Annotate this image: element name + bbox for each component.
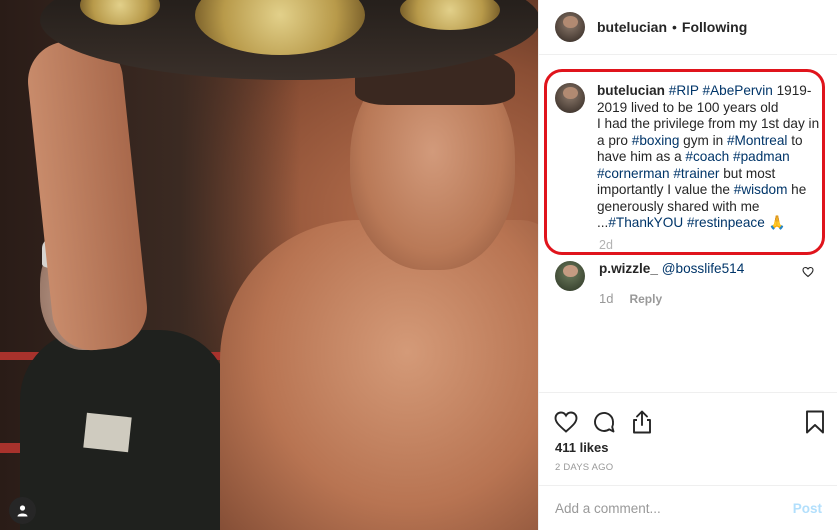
add-comment-bar: Add a comment... Post — [539, 485, 837, 530]
hashtag-link[interactable]: #wisdom — [734, 182, 788, 197]
photo-figure-boxer-torso — [220, 220, 538, 530]
post-caption: butelucian #RIP #AbePervin 1919-2019 liv… — [555, 83, 825, 232]
share-icon[interactable] — [629, 409, 655, 435]
following-button[interactable]: Following — [682, 19, 747, 35]
post-header: butelucian • Following — [539, 0, 837, 55]
comment-bubble-icon[interactable] — [591, 409, 617, 435]
author-avatar[interactable] — [555, 12, 585, 42]
photo-badge — [83, 412, 132, 453]
hashtag-link[interactable]: #ThankYOU — [608, 215, 683, 230]
hashtag-link[interactable]: #Montreal — [727, 133, 787, 148]
post-photo[interactable] — [0, 0, 538, 530]
comment-timestamp[interactable]: 1d — [599, 291, 613, 306]
comment-item: p.wizzle_ @bosslife514 — [555, 260, 825, 291]
post-actions — [553, 408, 828, 436]
hashtag-link[interactable]: #RIP — [669, 83, 699, 98]
commenter-username[interactable]: p.wizzle_ — [599, 261, 658, 276]
caption-text-segment: gym in — [679, 132, 727, 148]
caption-timestamp[interactable]: 2d — [599, 238, 613, 252]
post-date[interactable]: 2 DAYS AGO — [555, 462, 613, 473]
hashtag-link[interactable]: #coach — [685, 149, 729, 164]
bookmark-icon[interactable] — [802, 409, 828, 435]
hashtag-link[interactable]: #boxing — [632, 133, 680, 148]
hashtag-link[interactable]: #restinpeace — [687, 215, 765, 230]
user-tag-icon[interactable] — [9, 497, 36, 524]
comment-mention[interactable]: @bosslife514 — [662, 261, 745, 276]
comment-meta: 1d Reply — [599, 291, 662, 306]
heart-icon[interactable] — [553, 409, 579, 435]
caption-author-avatar[interactable] — [555, 83, 585, 113]
post-comment-button[interactable]: Post — [793, 501, 822, 516]
author-username[interactable]: butelucian — [597, 19, 667, 35]
like-count[interactable]: 411 likes — [555, 440, 609, 455]
separator-dot: • — [672, 19, 677, 35]
post-side-panel: butelucian • Following butelucian #RIP #… — [538, 0, 837, 530]
divider — [539, 392, 837, 393]
comment-input[interactable]: Add a comment... — [555, 501, 793, 516]
reply-button[interactable]: Reply — [629, 292, 662, 306]
hashtag-link[interactable]: #trainer — [673, 166, 719, 181]
hashtag-link[interactable]: #padman — [733, 149, 790, 164]
comment-like-heart-icon[interactable] — [802, 266, 814, 278]
commenter-avatar[interactable] — [555, 261, 585, 291]
hashtag-link[interactable]: #AbePervin — [703, 83, 773, 98]
caption-text: butelucian #RIP #AbePervin 1919-2019 liv… — [597, 83, 823, 232]
caption-text-segment: 🙏 — [764, 215, 786, 230]
caption-username[interactable]: butelucian — [597, 83, 665, 98]
hashtag-link[interactable]: #cornerman — [597, 166, 670, 181]
